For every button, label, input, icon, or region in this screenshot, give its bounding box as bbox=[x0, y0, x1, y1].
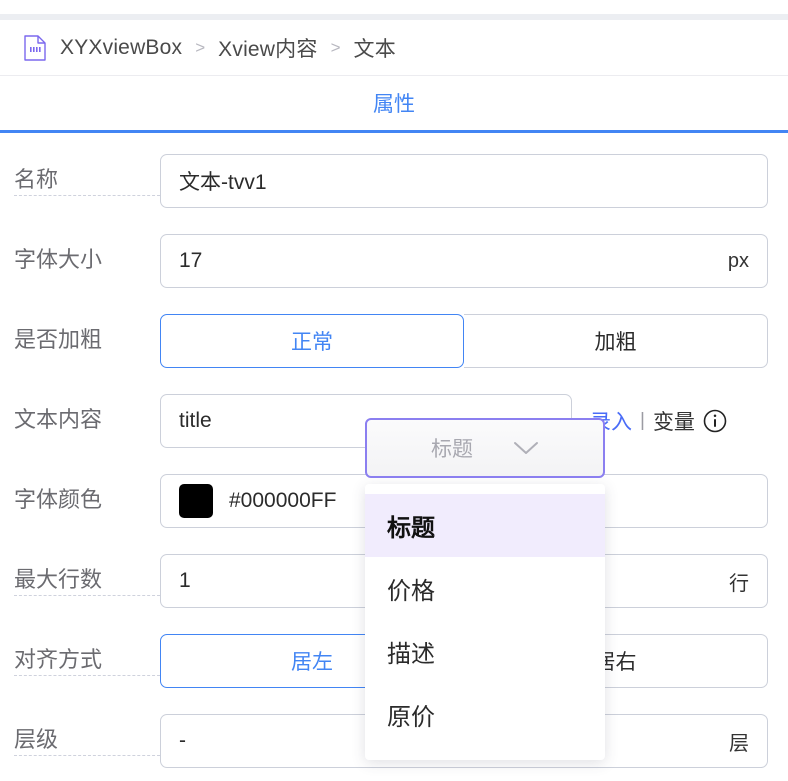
window-top-spacer bbox=[0, 0, 788, 14]
breadcrumb-item-1[interactable]: Xview内容 bbox=[218, 33, 317, 63]
dropdown-option-0[interactable]: 标题 bbox=[365, 494, 605, 557]
label-layer: 层级 bbox=[14, 726, 160, 757]
label-font-color: 字体颜色 bbox=[14, 486, 103, 512]
info-circle-icon[interactable] bbox=[703, 409, 727, 433]
breadcrumb-item-0[interactable]: XYXviewBox bbox=[60, 36, 182, 60]
text-content-source-dropdown[interactable]: 标题 bbox=[365, 418, 605, 478]
bold-option-normal[interactable]: 正常 bbox=[160, 314, 464, 368]
dropdown-option-2[interactable]: 描述 bbox=[365, 620, 605, 683]
mode-link-separator: | bbox=[640, 410, 645, 431]
name-input-value: 文本-tvv1 bbox=[179, 171, 267, 194]
font-size-unit: px bbox=[727, 249, 749, 272]
layer-unit: 层 bbox=[729, 732, 749, 755]
font-size-input[interactable]: 17 px bbox=[160, 234, 768, 288]
label-bold: 是否加粗 bbox=[14, 326, 103, 352]
color-swatch[interactable] bbox=[179, 484, 213, 518]
breadcrumb-item-2[interactable]: 文本 bbox=[354, 33, 396, 63]
breadcrumb-separator: > bbox=[195, 37, 206, 57]
name-input[interactable]: 文本-tvv1 bbox=[160, 154, 768, 208]
dropdown-option-1[interactable]: 价格 bbox=[365, 557, 605, 620]
chevron-down-icon bbox=[514, 442, 538, 454]
font-size-input-value: 17 bbox=[179, 249, 203, 272]
form-row-font-size: 字体大小 17 px bbox=[0, 221, 788, 301]
mode-link-variable[interactable]: 变量 bbox=[653, 406, 695, 436]
label-align: 对齐方式 bbox=[14, 646, 160, 677]
max-lines-unit: 行 bbox=[729, 572, 749, 595]
control-bold: 正常 加粗 bbox=[160, 314, 788, 368]
bold-segmented-control: 正常 加粗 bbox=[160, 314, 768, 368]
tab-properties[interactable]: 属性 bbox=[363, 88, 425, 118]
dropdown-menu: 标题 价格 描述 原价 bbox=[365, 484, 605, 760]
text-content-mode-links: 录入 | 变量 bbox=[590, 406, 727, 436]
tab-bar: 属性 bbox=[0, 76, 788, 133]
label-text-content: 文本内容 bbox=[14, 406, 103, 432]
form-row-bold: 是否加粗 正常 加粗 bbox=[0, 301, 788, 381]
label-font-size: 字体大小 bbox=[14, 246, 103, 272]
control-name: 文本-tvv1 bbox=[160, 154, 788, 208]
breadcrumb-separator: > bbox=[330, 37, 341, 57]
dropdown-option-3[interactable]: 原价 bbox=[365, 683, 605, 746]
text-content-input-value: title bbox=[179, 409, 212, 432]
label-max-lines: 最大行数 bbox=[14, 566, 160, 597]
dropdown-placeholder: 标题 bbox=[431, 438, 473, 461]
breadcrumb: XYXviewBox > Xview内容 > 文本 bbox=[0, 20, 788, 76]
label-name: 名称 bbox=[14, 166, 160, 197]
document-icon bbox=[24, 34, 46, 61]
bold-option-bold[interactable]: 加粗 bbox=[464, 314, 768, 368]
control-font-size: 17 px bbox=[160, 234, 788, 288]
form-row-name: 名称 文本-tvv1 bbox=[0, 141, 788, 221]
